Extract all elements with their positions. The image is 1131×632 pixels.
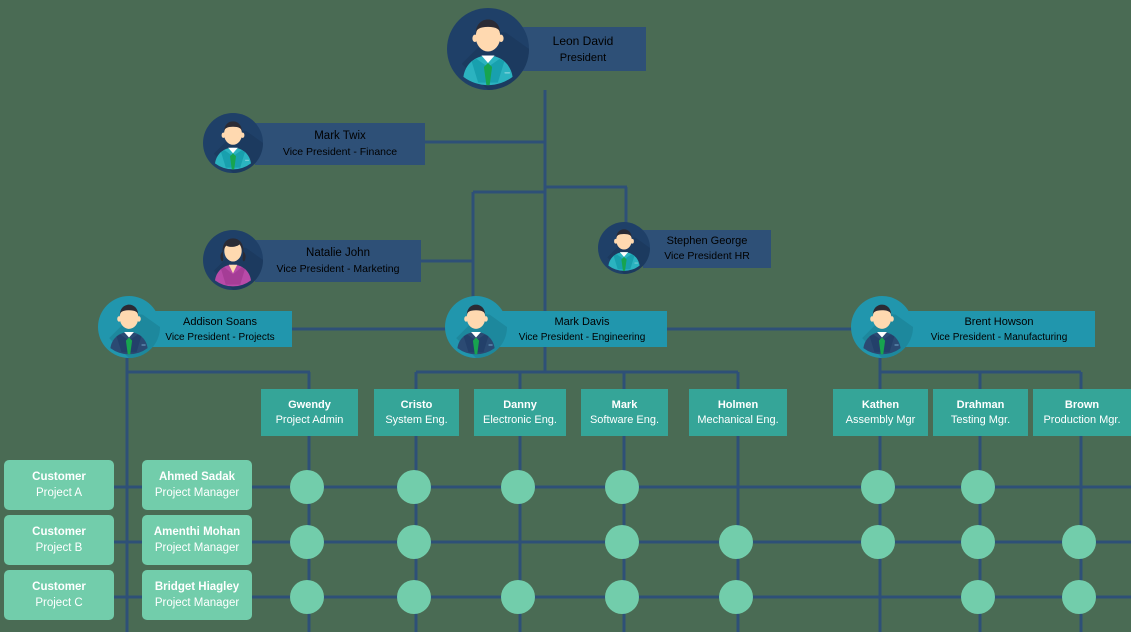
manager-box-name: Drahman — [956, 398, 1005, 411]
exec-plate-leon-david[interactable]: Leon David President — [520, 27, 646, 71]
exec-name-stephen-george: Stephen George — [666, 235, 748, 248]
avatar-male-navy-suit-icon — [98, 296, 160, 358]
exec-name-addison-soans: Addison Soans — [183, 315, 257, 328]
manager-box-title: System Eng. — [385, 413, 448, 426]
exec-plate-mark-davis[interactable]: Mark Davis Vice President - Engineering — [497, 311, 667, 347]
avatar-mark-twix[interactable] — [203, 113, 263, 173]
exec-title-stephen-george: Vice President HR — [664, 250, 750, 263]
project-manager-box-name: Amenthi Mohan — [153, 526, 241, 538]
matrix-dot-holmen-row2[interactable] — [719, 525, 753, 559]
org-chart-canvas: Gwendy Project Admin Cristo System Eng. Dann… — [0, 0, 1131, 632]
matrix-dot-danny-row3[interactable] — [501, 580, 535, 614]
manager-box-name: Cristo — [400, 398, 433, 411]
avatar-male-navy-suit-icon — [851, 296, 913, 358]
customer-box-customer-a[interactable]: Customer Project A — [4, 460, 114, 510]
project-manager-box-amenthi-mohan[interactable]: Amenthi Mohan Project Manager — [142, 515, 252, 565]
exec-title-mark-davis: Vice President - Engineering — [518, 331, 646, 343]
manager-box-drahman[interactable]: Drahman Testing Mgr. — [933, 389, 1028, 436]
avatar-male-teal-suit-icon — [598, 222, 650, 274]
manager-box-brown[interactable]: Brown Production Mgr. — [1033, 389, 1131, 436]
avatar-natalie-john[interactable] — [203, 230, 263, 290]
exec-plate-stephen-george[interactable]: Stephen George Vice President HR — [643, 230, 771, 268]
avatar-male-navy-suit-icon — [445, 296, 507, 358]
manager-box-kathen[interactable]: Kathen Assembly Mgr — [833, 389, 928, 436]
customer-box-title: Project C — [35, 597, 83, 609]
customer-box-name: Customer — [32, 581, 86, 593]
avatar-male-teal-suit-icon — [447, 8, 529, 90]
matrix-dot-gwendy-row3[interactable] — [290, 580, 324, 614]
exec-name-mark-twix: Mark Twix — [314, 130, 366, 142]
customer-box-title: Project A — [35, 487, 83, 499]
customer-box-customer-b[interactable]: Customer Project B — [4, 515, 114, 565]
project-manager-box-ahmed-sadak[interactable]: Ahmed Sadak Project Manager — [142, 460, 252, 510]
manager-box-mark[interactable]: Mark Software Eng. — [581, 389, 668, 436]
manager-box-gwendy[interactable]: Gwendy Project Admin — [261, 389, 358, 436]
manager-box-title: Testing Mgr. — [950, 413, 1011, 426]
matrix-dot-mark-row2[interactable] — [605, 525, 639, 559]
matrix-dot-danny-row1[interactable] — [501, 470, 535, 504]
matrix-dot-gwendy-row1[interactable] — [290, 470, 324, 504]
project-manager-box-name: Ahmed Sadak — [158, 471, 236, 483]
manager-box-title: Production Mgr. — [1043, 413, 1121, 426]
exec-plate-addison-soans[interactable]: Addison Soans Vice President - Projects — [148, 311, 292, 347]
manager-box-holmen[interactable]: Holmen Mechanical Eng. — [689, 389, 787, 436]
project-manager-box-title: Project Manager — [154, 597, 240, 609]
exec-name-mark-davis: Mark Davis — [554, 315, 610, 328]
manager-box-name: Brown — [1064, 398, 1100, 411]
manager-box-title: Project Admin — [275, 413, 344, 426]
matrix-dot-holmen-row3[interactable] — [719, 580, 753, 614]
exec-title-leon-david: President — [559, 51, 607, 64]
exec-name-brent-howson: Brent Howson — [964, 315, 1034, 328]
exec-name-leon-david: Leon David — [552, 33, 614, 48]
project-manager-box-title: Project Manager — [154, 542, 240, 554]
project-manager-box-title: Project Manager — [154, 487, 240, 499]
project-manager-box-bridget-hiagley[interactable]: Bridget Hiagley Project Manager — [142, 570, 252, 620]
avatar-mark-davis[interactable] — [445, 296, 507, 358]
avatar-leon-david[interactable] — [447, 8, 529, 90]
exec-title-natalie-john: Vice President - Marketing — [276, 262, 400, 275]
exec-plate-brent-howson[interactable]: Brent Howson Vice President - Manufacturi… — [903, 311, 1095, 347]
customer-box-title: Project B — [35, 542, 83, 554]
avatar-female-magenta-icon — [203, 230, 263, 290]
exec-title-mark-twix: Vice President - Finance — [282, 145, 398, 158]
manager-box-title: Assembly Mgr — [845, 413, 916, 426]
matrix-dot-kathen-row2[interactable] — [861, 525, 895, 559]
matrix-dot-brown-row3[interactable] — [1062, 580, 1096, 614]
matrix-dot-cristo-row2[interactable] — [397, 525, 431, 559]
avatar-addison-soans[interactable] — [98, 296, 160, 358]
matrix-dot-drahman-row1[interactable] — [961, 470, 995, 504]
exec-title-addison-soans: Vice President - Projects — [165, 331, 275, 343]
matrix-dot-brown-row2[interactable] — [1062, 525, 1096, 559]
manager-box-name: Mark — [611, 398, 638, 411]
matrix-dot-kathen-row1[interactable] — [861, 470, 895, 504]
matrix-dot-drahman-row3[interactable] — [961, 580, 995, 614]
matrix-dot-cristo-row3[interactable] — [397, 580, 431, 614]
manager-box-cristo[interactable]: Cristo System Eng. — [374, 389, 459, 436]
exec-name-natalie-john: Natalie John — [306, 247, 370, 259]
customer-box-name: Customer — [32, 471, 86, 483]
exec-title-brent-howson: Vice President - Manufacturing — [930, 331, 1068, 343]
customer-box-name: Customer — [32, 526, 86, 538]
matrix-dot-mark-row3[interactable] — [605, 580, 639, 614]
matrix-dot-cristo-row1[interactable] — [397, 470, 431, 504]
matrix-dot-drahman-row2[interactable] — [961, 525, 995, 559]
avatar-brent-howson[interactable] — [851, 296, 913, 358]
manager-box-name: Kathen — [861, 398, 900, 411]
avatar-male-teal-suit-icon — [203, 113, 263, 173]
manager-box-title: Electronic Eng. — [483, 413, 557, 426]
manager-box-danny[interactable]: Danny Electronic Eng. — [474, 389, 566, 436]
matrix-dot-mark-row1[interactable] — [605, 470, 639, 504]
matrix-dot-gwendy-row2[interactable] — [290, 525, 324, 559]
customer-box-customer-c[interactable]: Customer Project C — [4, 570, 114, 620]
manager-box-title: Software Eng. — [589, 413, 660, 426]
manager-box-name: Holmen — [717, 398, 759, 411]
manager-box-name: Gwendy — [288, 398, 331, 411]
manager-box-name: Danny — [503, 398, 537, 411]
avatar-stephen-george[interactable] — [598, 222, 650, 274]
exec-plate-mark-twix[interactable]: Mark Twix Vice President - Finance — [255, 123, 425, 165]
project-manager-box-name: Bridget Hiagley — [154, 581, 240, 593]
manager-box-title: Mechanical Eng. — [697, 413, 779, 426]
exec-plate-natalie-john[interactable]: Natalie John Vice President - Marketing — [255, 240, 421, 282]
